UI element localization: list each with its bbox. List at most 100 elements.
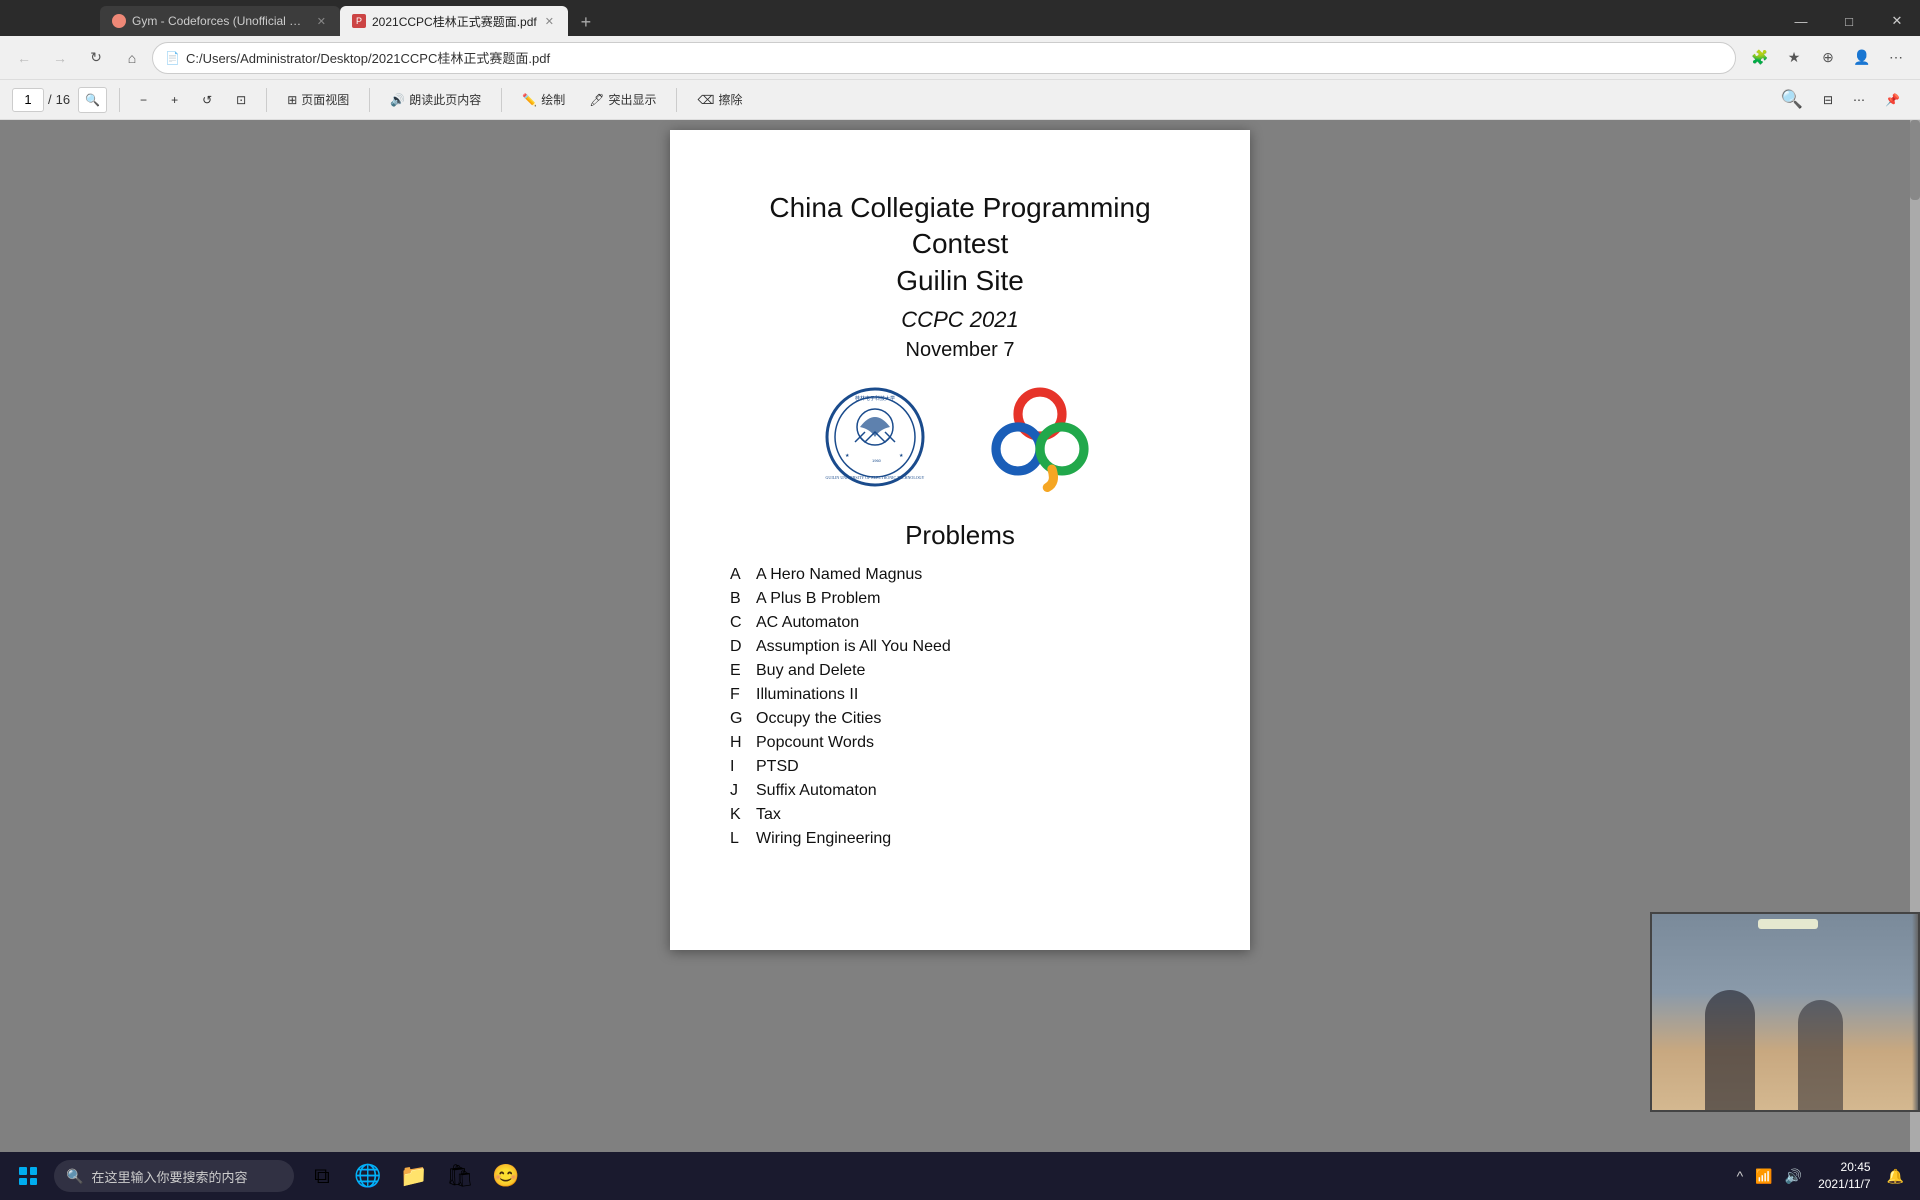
pdf-bookmark-list-button[interactable]: ⊟	[1815, 86, 1841, 114]
pdf-pin-button[interactable]: 📌	[1877, 86, 1908, 114]
separator-5	[676, 88, 677, 112]
webcam-feed	[1652, 914, 1918, 1110]
fit-page-icon: ⊡	[236, 93, 246, 107]
tab-title-gym: Gym - Codeforces (Unofficial m...	[132, 14, 309, 28]
pdf-more-button[interactable]: ⋯	[1845, 86, 1873, 114]
network-icon[interactable]: 📶	[1751, 1164, 1776, 1189]
close-button[interactable]: ✕	[1874, 6, 1920, 36]
home-button[interactable]: ⌂	[116, 42, 148, 74]
read-aloud-button[interactable]: 🔊 朗读此页内容	[382, 86, 489, 114]
logos-row: 桂林电子科技大学 GUILIN UNIVERSITY OF ELECTRONIC…	[825, 382, 1095, 492]
back-button[interactable]: ←	[8, 42, 40, 74]
minimize-button[interactable]: —	[1778, 6, 1824, 36]
problem-item-d: DAssumption is All You Need	[730, 637, 1190, 657]
problem-name: Tax	[756, 806, 781, 824]
search-icon: 🔍	[85, 93, 100, 107]
svg-text:★: ★	[899, 453, 904, 459]
problem-letter: F	[730, 686, 748, 704]
problem-item-l: LWiring Engineering	[730, 829, 1190, 849]
svg-text:GUILIN UNIVERSITY OF ELECTRONI: GUILIN UNIVERSITY OF ELECTRONIC TECHNOLO…	[826, 475, 925, 480]
draw-button[interactable]: ✏️ 绘制	[514, 86, 573, 114]
page-view-label: 页面视图	[301, 91, 349, 108]
problem-name: Illuminations II	[756, 686, 858, 704]
new-tab-button[interactable]: +	[572, 8, 600, 36]
chevron-icon[interactable]: ^	[1733, 1164, 1748, 1188]
content-area: China Collegiate Programming Contest Gui…	[0, 120, 1920, 1152]
erase-icon: ⌫	[697, 93, 714, 107]
problem-item-j: JSuffix Automaton	[730, 781, 1190, 801]
tab-close-pdf[interactable]: ✕	[543, 13, 556, 30]
taskbar: 🔍 在这里输入你要搜索的内容 ⧉ 🌐 📁 🛍 😊 ^ 📶 �	[0, 1152, 1920, 1200]
separator-2	[266, 88, 267, 112]
draw-icon: ✏️	[522, 93, 537, 107]
problem-letter: H	[730, 734, 748, 752]
zoom-out-button[interactable]: −	[132, 86, 155, 114]
problem-letter: A	[730, 566, 748, 584]
taskbar-app-edge[interactable]: 🌐	[346, 1154, 390, 1198]
problem-name: Popcount Words	[756, 734, 874, 752]
tab-pdf[interactable]: P 2021CCPC桂林正式赛题面.pdf ✕	[340, 6, 568, 36]
tab-gym[interactable]: Gym - Codeforces (Unofficial m... ✕	[100, 6, 340, 36]
favorites-button[interactable]: ★	[1778, 42, 1810, 74]
collections-button[interactable]: ⊕	[1812, 42, 1844, 74]
zoom-out-icon: −	[140, 93, 147, 107]
erase-button[interactable]: ⌫ 擦除	[689, 86, 750, 114]
problem-item-i: I PTSD	[730, 757, 1190, 777]
page-view-icon: ⊞	[287, 93, 297, 107]
svg-text:★: ★	[845, 453, 850, 459]
problem-item-f: F Illuminations II	[730, 685, 1190, 705]
problems-list: AA Hero Named MagnusBA Plus B ProblemCAC…	[730, 565, 1190, 849]
erase-label: 擦除	[718, 91, 742, 108]
rotate-button[interactable]: ↺	[194, 86, 220, 114]
tab-close-gym[interactable]: ✕	[315, 13, 328, 30]
settings-button[interactable]: ⋯	[1880, 42, 1912, 74]
taskbar-search-icon: 🔍	[66, 1168, 83, 1185]
browser-window: Gym - Codeforces (Unofficial m... ✕ P 20…	[0, 0, 1920, 1200]
taskbar-clock[interactable]: 20:45 2021/11/7	[1810, 1159, 1879, 1193]
tab-title-pdf: 2021CCPC桂林正式赛题面.pdf	[372, 13, 537, 30]
page-number-input[interactable]	[12, 88, 44, 112]
page-view-button[interactable]: ⊞ 页面视图	[279, 86, 357, 114]
refresh-button[interactable]: ↻	[80, 42, 112, 74]
problem-letter: I	[730, 758, 748, 776]
page-total: 16	[56, 92, 70, 107]
zoom-in-icon: +	[171, 93, 178, 107]
volume-icon[interactable]: 🔊	[1781, 1164, 1806, 1189]
toolbar-right-buttons: 🧩 ★ ⊕ 👤 ⋯	[1744, 42, 1912, 74]
extensions-button[interactable]: 🧩	[1744, 42, 1776, 74]
problem-name: Occupy the Cities	[756, 710, 881, 728]
notification-icon[interactable]: 🔔	[1883, 1164, 1908, 1189]
zoom-in-button[interactable]: +	[163, 86, 186, 114]
taskbar-app-store[interactable]: 🛍	[438, 1154, 482, 1198]
fit-page-button[interactable]: ⊡	[228, 86, 254, 114]
pdf-date: November 7	[906, 339, 1015, 362]
problem-item-h: H Popcount Words	[730, 733, 1190, 753]
problem-item-b: BA Plus B Problem	[730, 589, 1190, 609]
forward-button[interactable]: →	[44, 42, 76, 74]
taskbar-app-explorer[interactable]: 📁	[392, 1154, 436, 1198]
university-seal: 桂林电子科技大学 GUILIN UNIVERSITY OF ELECTRONIC…	[825, 387, 925, 487]
start-button[interactable]	[4, 1152, 52, 1200]
taskbar-app-taskview[interactable]: ⧉	[300, 1154, 344, 1198]
taskbar-search[interactable]: 🔍 在这里输入你要搜索的内容	[54, 1160, 294, 1192]
svg-text:桂林电子科技大学: 桂林电子科技大学	[855, 395, 895, 402]
taskbar-right: ^ 📶 🔊 20:45 2021/11/7 🔔	[1733, 1159, 1916, 1193]
pdf-toolbar-right: 🔍 ⊟ ⋯ 📌	[1773, 86, 1908, 114]
pdf-zoom-icon-button[interactable]: 🔍	[1773, 86, 1811, 114]
taskbar-app-feedback[interactable]: 😊	[484, 1154, 528, 1198]
profile-button[interactable]: 👤	[1846, 42, 1878, 74]
address-bar[interactable]: 📄 C:/Users/Administrator/Desktop/2021CCP…	[152, 42, 1736, 74]
page-separator: /	[48, 92, 52, 107]
file-icon: 📄	[165, 51, 180, 65]
problem-letter: G	[730, 710, 748, 728]
maximize-button[interactable]: □	[1826, 6, 1872, 36]
separator-3	[369, 88, 370, 112]
separator-4	[501, 88, 502, 112]
highlight-button[interactable]: 🖊 突出显示	[581, 86, 664, 114]
problem-name: PTSD	[756, 758, 799, 776]
taskbar-search-text: 在这里输入你要搜索的内容	[91, 1167, 247, 1186]
pdf-search-box[interactable]: 🔍	[78, 87, 107, 113]
problem-item-e: EBuy and Delete	[730, 661, 1190, 681]
draw-label: 绘制	[541, 91, 565, 108]
problem-item-c: CAC Automaton	[730, 613, 1190, 633]
